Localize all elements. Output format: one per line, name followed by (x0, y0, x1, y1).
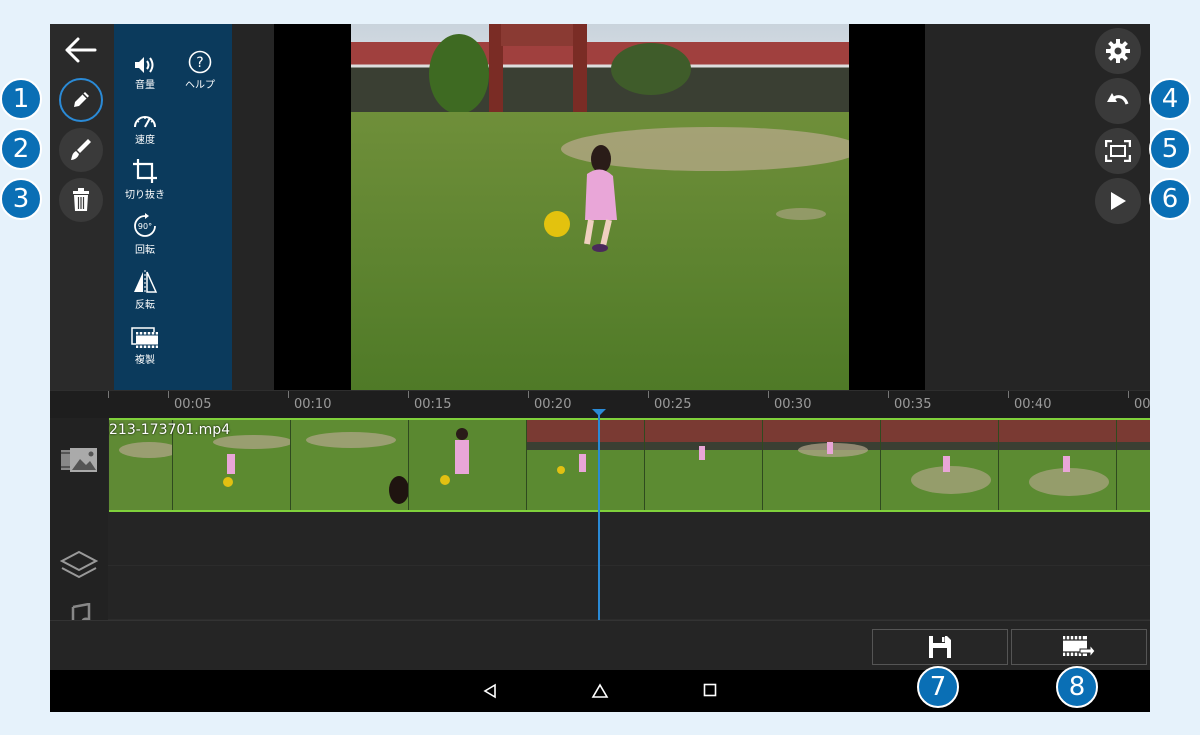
flip-icon (134, 270, 158, 294)
svg-text:?: ? (196, 55, 203, 71)
ruler-tick-label: 00:05 (174, 397, 212, 412)
rotate-degree: 90° (137, 222, 153, 231)
speed-tool[interactable]: 速度 (117, 101, 173, 146)
crop-tool[interactable]: 切り抜き (117, 156, 173, 201)
video-track-icon (61, 448, 97, 472)
ruler-tick-line (408, 391, 409, 398)
callout-4: 4 (1149, 78, 1191, 120)
video-preview[interactable] (351, 24, 849, 390)
floppy-disk-icon (929, 636, 951, 658)
clip-filename: 213-173701.mp4 (109, 422, 231, 438)
clip-thumbnail (645, 420, 763, 510)
clip-thumbnail (881, 420, 999, 510)
ruler-tick-line (108, 391, 109, 398)
fullscreen-icon (1105, 140, 1131, 162)
save-project-button[interactable] (872, 629, 1008, 665)
pencil-icon (74, 92, 89, 107)
ruler-tick-label: 00:20 (534, 397, 572, 412)
clip-thumbnail (1117, 420, 1150, 510)
rotate-label: 回転 (135, 245, 155, 256)
help-label: ヘルプ (185, 80, 215, 91)
system-navigation-bar (50, 670, 1150, 712)
brush-icon (71, 139, 91, 160)
flip-tool[interactable]: 反転 (117, 266, 173, 311)
ruler-tick-label: 00:40 (1014, 397, 1052, 412)
callout-3: 3 (0, 178, 42, 220)
audio-track[interactable] (108, 566, 1150, 620)
clip-thumbnail (999, 420, 1117, 510)
callout-2: 2 (0, 128, 42, 170)
ruler-tick-line (288, 391, 289, 398)
overlay-track[interactable] (108, 512, 1150, 566)
clip-thumbnail (763, 420, 881, 510)
ruler-tick-label: 00:35 (894, 397, 932, 412)
preview-area (274, 24, 925, 390)
callout-5: 5 (1149, 128, 1191, 170)
undo-button[interactable] (1095, 78, 1141, 124)
ruler-tick-label: 00:15 (414, 397, 452, 412)
video-clip[interactable] (109, 418, 1150, 512)
bottom-toolbar (50, 620, 1150, 670)
edit-button[interactable] (59, 78, 103, 122)
delete-button[interactable] (59, 178, 103, 222)
nav-home-icon[interactable] (591, 683, 609, 699)
ruler-tick-line (1008, 391, 1009, 398)
undo-icon (1107, 93, 1129, 105)
video-editor-app: 音量 ? ヘルプ 速度 切り抜き 90° 回転 反転 複製 00:05 00:1… (50, 24, 1150, 712)
crop-icon (133, 159, 157, 183)
ruler-tick-line (648, 391, 649, 398)
gear-icon (1106, 39, 1130, 63)
crop-label: 切り抜き (125, 190, 165, 201)
clip-thumbnail (527, 420, 645, 510)
volume-label: 音量 (135, 80, 155, 91)
settings-button[interactable] (1095, 28, 1141, 74)
duplicate-tool[interactable]: 複製 (117, 321, 173, 366)
left-rail (50, 24, 114, 390)
speed-label: 速度 (135, 135, 155, 146)
speedometer-icon (134, 116, 156, 128)
help-icon: ? (188, 50, 212, 74)
flip-label: 反転 (135, 300, 155, 311)
duplicate-label: 複製 (135, 355, 155, 366)
playhead[interactable] (592, 409, 606, 621)
edit-tools-panel: 音量 ? ヘルプ 速度 切り抜き 90° 回転 反転 複製 (114, 24, 232, 390)
callout-1: 1 (0, 78, 42, 120)
ruler-tick-line (888, 391, 889, 398)
effects-button[interactable] (59, 128, 103, 172)
clip-thumbnail (291, 420, 409, 510)
rotate-tool[interactable]: 90° 回転 (117, 211, 173, 256)
trash-icon (73, 188, 89, 211)
back-button[interactable] (59, 28, 103, 72)
video-frame-image (351, 24, 849, 390)
layers-icon (59, 550, 99, 579)
ruler-tick-label: 00:25 (654, 397, 692, 412)
film-duplicate-icon (131, 327, 158, 348)
fullscreen-button[interactable] (1095, 128, 1141, 174)
volume-tool[interactable]: 音量 (117, 46, 173, 91)
nav-recents-icon[interactable] (703, 683, 717, 697)
track-headers (50, 418, 108, 628)
video-track-header[interactable] (60, 446, 98, 478)
ruler-tick-label: 00:10 (294, 397, 332, 412)
film-export-icon (1063, 636, 1096, 659)
ruler-tick-line (768, 391, 769, 398)
play-icon (1111, 192, 1126, 210)
ruler-tick-label: 00:30 (774, 397, 812, 412)
ruler-tick-line (528, 391, 529, 398)
ruler-tick-line (168, 391, 169, 398)
playhead-marker-icon (592, 409, 606, 416)
ruler-tick-label: 00 (1134, 397, 1150, 412)
export-video-button[interactable] (1011, 629, 1147, 665)
help-tool[interactable]: ? ヘルプ (172, 46, 228, 91)
back-arrow-icon (65, 37, 97, 63)
overlay-track-header[interactable] (59, 550, 99, 584)
callout-6: 6 (1149, 178, 1191, 220)
speaker-icon (135, 57, 154, 73)
callout-7: 7 (917, 666, 959, 708)
clip-thumbnail (409, 420, 527, 510)
ruler-tick-line (1128, 391, 1129, 398)
play-button[interactable] (1095, 178, 1141, 224)
nav-back-icon[interactable] (482, 683, 498, 699)
callout-8: 8 (1056, 666, 1098, 708)
